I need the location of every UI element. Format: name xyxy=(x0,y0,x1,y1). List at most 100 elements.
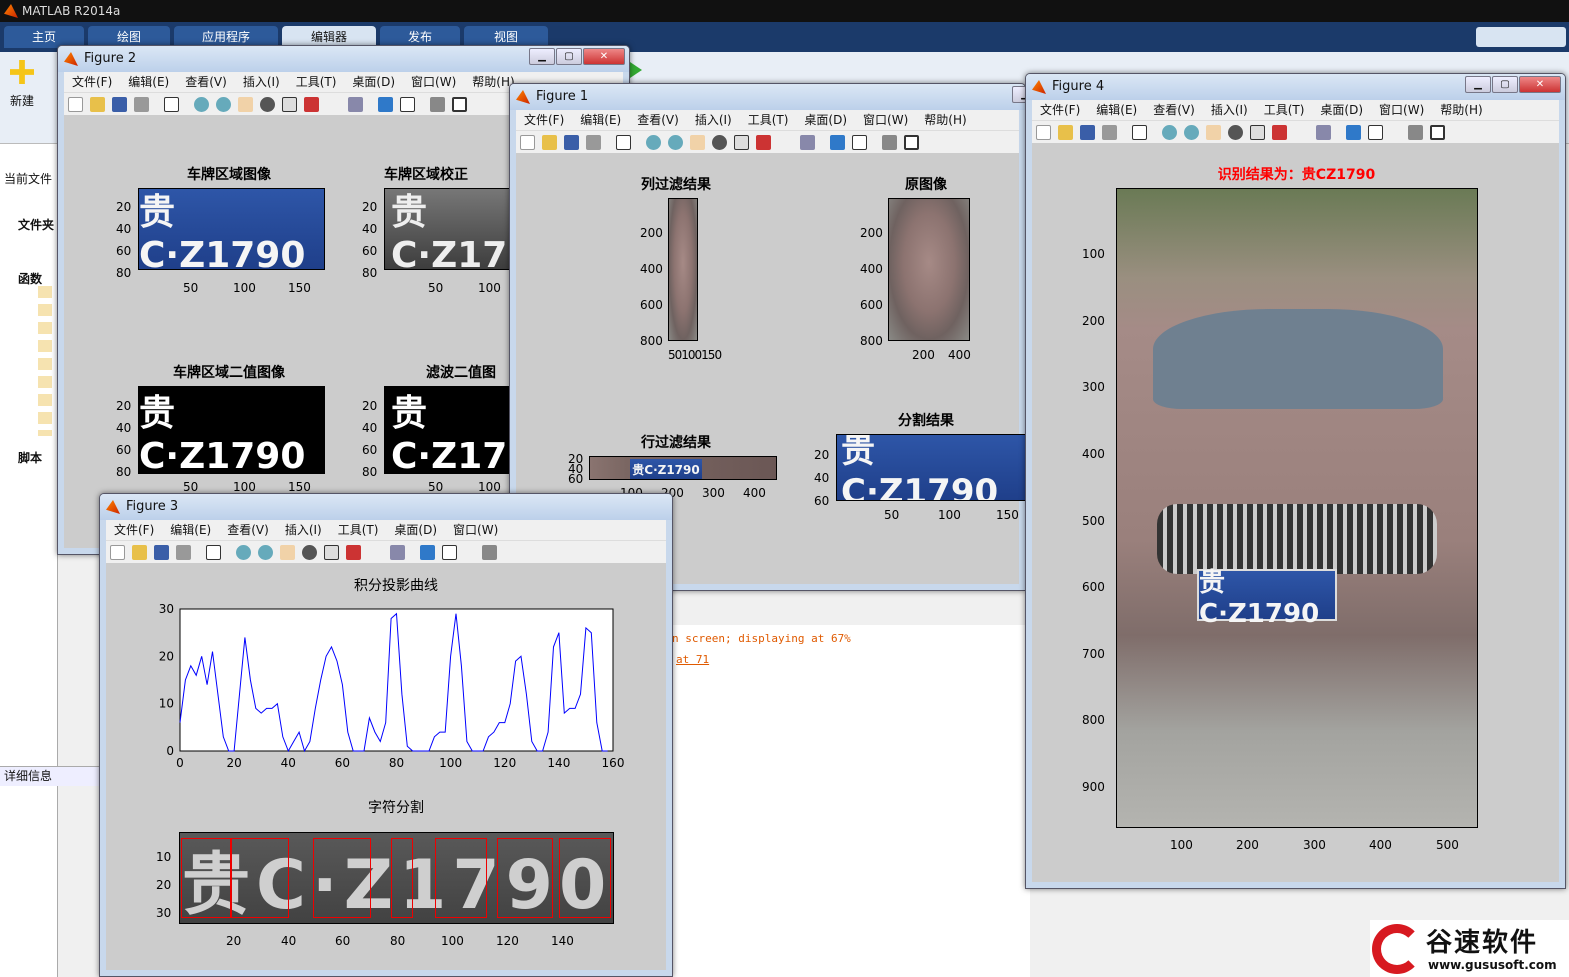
close-button[interactable]: ✕ xyxy=(1519,76,1561,93)
menu-tools[interactable]: 工具(T) xyxy=(330,520,387,540)
menu-edit[interactable]: 编辑(E) xyxy=(572,110,629,130)
menu-file[interactable]: 文件(F) xyxy=(516,110,572,130)
menu-tools[interactable]: 工具(T) xyxy=(1256,100,1313,120)
scripts-group-label[interactable]: 脚本 xyxy=(18,449,42,466)
close-button[interactable]: ✕ xyxy=(583,48,625,65)
zoom-out-icon[interactable] xyxy=(1184,125,1199,140)
pan-hand-icon[interactable] xyxy=(1206,125,1221,140)
new-figure-icon[interactable] xyxy=(110,545,125,560)
data-cursor-icon[interactable] xyxy=(282,97,297,112)
open-folder-icon[interactable] xyxy=(90,97,105,112)
legend-icon[interactable] xyxy=(400,97,415,112)
save-icon[interactable] xyxy=(154,545,169,560)
menu-edit[interactable]: 编辑(E) xyxy=(162,520,219,540)
pointer-icon[interactable] xyxy=(164,97,179,112)
brush-icon[interactable] xyxy=(1272,125,1287,140)
legend-icon[interactable] xyxy=(442,545,457,560)
link-plot-icon[interactable] xyxy=(390,545,405,560)
legend-icon[interactable] xyxy=(852,135,867,150)
maximize-button[interactable]: ▢ xyxy=(556,48,582,65)
functions-group-label[interactable]: 函数 xyxy=(18,270,42,287)
brush-icon[interactable] xyxy=(346,545,361,560)
brush-icon[interactable] xyxy=(756,135,771,150)
figure-4-titlebar[interactable]: Figure 4 ▁ ▢ ✕ xyxy=(1026,74,1565,100)
link-plot-icon[interactable] xyxy=(348,97,363,112)
menu-file[interactable]: 文件(F) xyxy=(1032,100,1088,120)
zoom-out-icon[interactable] xyxy=(668,135,683,150)
zoom-in-icon[interactable] xyxy=(236,545,251,560)
run-icon[interactable] xyxy=(630,62,642,78)
menu-edit[interactable]: 编辑(E) xyxy=(1088,100,1145,120)
new-figure-icon[interactable] xyxy=(1036,125,1051,140)
pan-hand-icon[interactable] xyxy=(690,135,705,150)
menu-edit[interactable]: 编辑(E) xyxy=(120,72,177,92)
new-figure-icon[interactable] xyxy=(68,97,83,112)
menu-help[interactable]: 帮助(H) xyxy=(916,110,974,130)
menu-help[interactable]: 帮助(H) xyxy=(1432,100,1490,120)
hide-plot-tools-icon[interactable] xyxy=(882,135,897,150)
show-plot-tools-icon[interactable] xyxy=(452,97,467,112)
show-plot-tools-icon[interactable] xyxy=(1430,125,1445,140)
colorbar-icon[interactable] xyxy=(420,545,435,560)
pan-hand-icon[interactable] xyxy=(238,97,253,112)
hide-plot-tools-icon[interactable] xyxy=(430,97,445,112)
print-icon[interactable] xyxy=(586,135,601,150)
save-icon[interactable] xyxy=(1080,125,1095,140)
save-icon[interactable] xyxy=(112,97,127,112)
zoom-in-icon[interactable] xyxy=(646,135,661,150)
command-line-2[interactable]: at 71 xyxy=(676,653,709,666)
menu-tools[interactable]: 工具(T) xyxy=(740,110,797,130)
figure-4-window[interactable]: Figure 4 ▁ ▢ ✕ 文件(F) 编辑(E) 查看(V) 插入(I) 工具(T) 桌面… xyxy=(1025,73,1566,889)
colorbar-icon[interactable] xyxy=(830,135,845,150)
open-folder-icon[interactable] xyxy=(132,545,147,560)
rotate-3d-icon[interactable] xyxy=(1228,125,1243,140)
data-cursor-icon[interactable] xyxy=(734,135,749,150)
maximize-button[interactable]: ▢ xyxy=(1492,76,1518,93)
save-icon[interactable] xyxy=(564,135,579,150)
minimize-button[interactable]: ▁ xyxy=(529,48,555,65)
figure-3-titlebar[interactable]: Figure 3 xyxy=(100,494,672,520)
zoom-out-icon[interactable] xyxy=(216,97,231,112)
menu-insert[interactable]: 插入(I) xyxy=(277,520,330,540)
menu-desktop[interactable]: 桌面(D) xyxy=(796,110,855,130)
menu-window[interactable]: 窗口(W) xyxy=(1371,100,1432,120)
print-icon[interactable] xyxy=(176,545,191,560)
pan-hand-icon[interactable] xyxy=(280,545,295,560)
menu-view[interactable]: 查看(V) xyxy=(629,110,687,130)
folder-group-label[interactable]: 文件夹 xyxy=(18,216,54,233)
quick-access-toolbar[interactable] xyxy=(1476,27,1566,47)
new-button-label[interactable]: 新建 xyxy=(10,92,34,109)
open-folder-icon[interactable] xyxy=(1058,125,1073,140)
menu-desktop[interactable]: 桌面(D) xyxy=(386,520,445,540)
print-icon[interactable] xyxy=(1102,125,1117,140)
open-folder-icon[interactable] xyxy=(542,135,557,150)
figure-3-window[interactable]: Figure 3 文件(F) 编辑(E) 查看(V) 插入(I) 工具(T) 桌面(D) 窗… xyxy=(99,493,673,977)
zoom-in-icon[interactable] xyxy=(194,97,209,112)
colorbar-icon[interactable] xyxy=(378,97,393,112)
brush-icon[interactable] xyxy=(304,97,319,112)
menu-insert[interactable]: 插入(I) xyxy=(235,72,288,92)
menu-insert[interactable]: 插入(I) xyxy=(1203,100,1256,120)
data-cursor-icon[interactable] xyxy=(1250,125,1265,140)
pointer-icon[interactable] xyxy=(616,135,631,150)
zoom-out-icon[interactable] xyxy=(258,545,273,560)
menu-view[interactable]: 查看(V) xyxy=(177,72,235,92)
zoom-in-icon[interactable] xyxy=(1162,125,1177,140)
print-icon[interactable] xyxy=(134,97,149,112)
menu-window[interactable]: 窗口(W) xyxy=(855,110,916,130)
data-cursor-icon[interactable] xyxy=(324,545,339,560)
minimize-button[interactable]: ▁ xyxy=(1465,76,1491,93)
hide-plot-tools-icon[interactable] xyxy=(482,545,497,560)
link-plot-icon[interactable] xyxy=(1316,125,1331,140)
menu-window[interactable]: 窗口(W) xyxy=(445,520,506,540)
command-window[interactable] xyxy=(620,625,1030,977)
minimize-button[interactable]: ▁ xyxy=(1012,86,1025,103)
figure-1-titlebar[interactable]: Figure 1 ▁▢ xyxy=(510,84,1025,110)
rotate-3d-icon[interactable] xyxy=(712,135,727,150)
menu-desktop[interactable]: 桌面(D) xyxy=(1312,100,1371,120)
figure-2-titlebar[interactable]: Figure 2 ▁ ▢ ✕ xyxy=(58,46,629,72)
show-plot-tools-icon[interactable] xyxy=(904,135,919,150)
menu-tools[interactable]: 工具(T) xyxy=(288,72,345,92)
rotate-3d-icon[interactable] xyxy=(302,545,317,560)
pointer-icon[interactable] xyxy=(1132,125,1147,140)
